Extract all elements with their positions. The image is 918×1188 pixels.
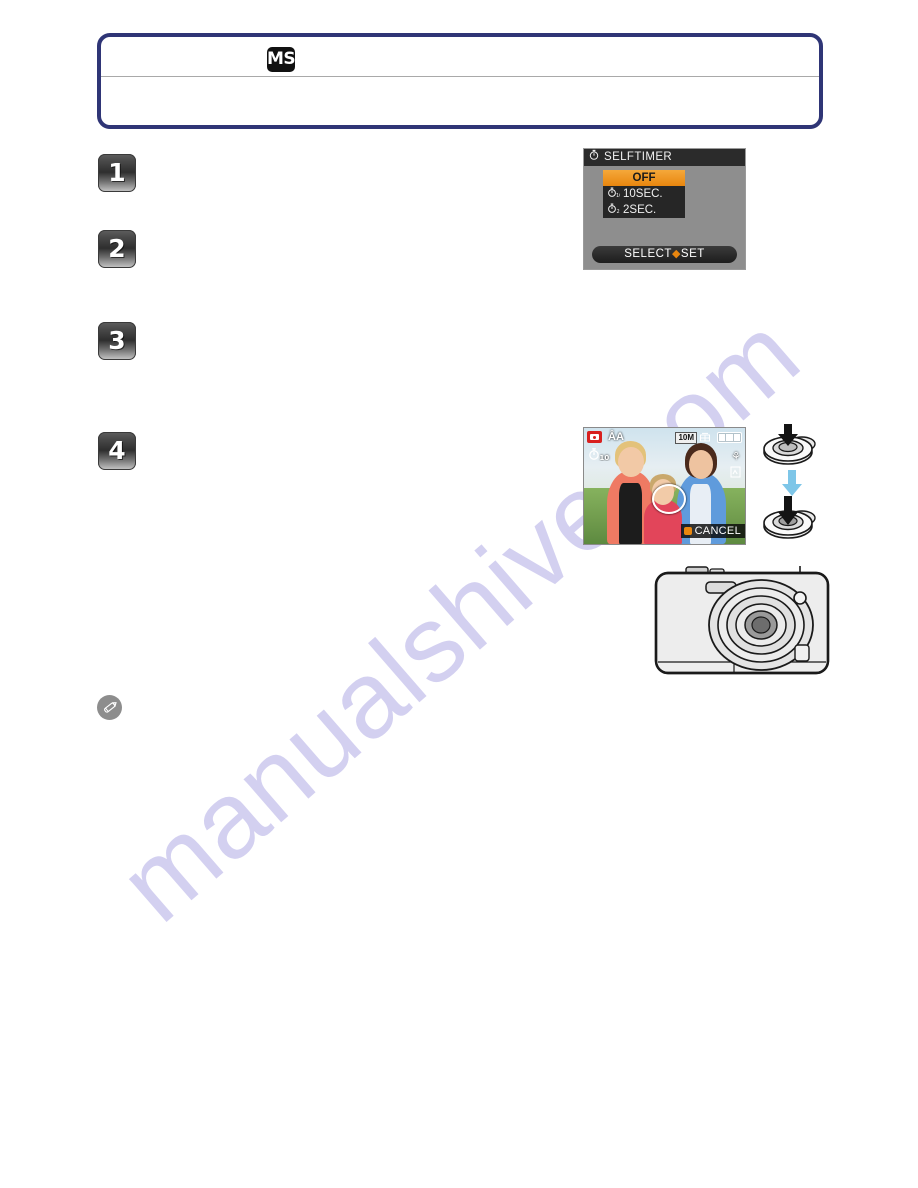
step-badge-4: 4 — [98, 432, 136, 470]
pencil-note-icon — [97, 695, 122, 720]
selftimer-menu-footer: SELECT◆SET — [592, 246, 737, 263]
shutter-half-press-icon — [763, 424, 816, 465]
callout-divider — [101, 76, 819, 77]
photo-subject-left-head — [617, 446, 644, 477]
svg-text:10: 10 — [616, 193, 620, 198]
fine-quality-icon — [699, 432, 711, 446]
shutter-press-diagram — [758, 422, 830, 550]
ms-mode-icon: MS — [267, 47, 296, 72]
step-badge-2: 2 — [98, 230, 136, 268]
camera-front-view — [648, 562, 838, 684]
selftimer-option-2sec[interactable]: 2 2SEC. — [603, 202, 685, 218]
selftimer-option-off[interactable]: OFF — [603, 170, 685, 186]
down-arrow-icon — [782, 470, 802, 496]
resolution-badge: 10M — [675, 432, 697, 444]
flash-auto-icon: ÅA — [608, 431, 624, 443]
selftimer-menu-screenshot: SELFTIMER OFF 10 10SEC. — [583, 148, 746, 270]
record-mode-icon — [587, 431, 602, 443]
svg-text:10: 10 — [600, 454, 610, 461]
selftimer-footer-select-label: SELECT — [624, 248, 672, 260]
manual-page: MS 1 2 3 4 SELFTIMER OFF 1 10SEC. 2 2SEC… — [0, 0, 918, 1188]
cursor-joystick-icon: ◆ — [671, 248, 681, 260]
face-detect-frame-icon — [651, 483, 686, 514]
step-badge-3: 3 — [98, 322, 136, 360]
selftimer-lamp — [793, 591, 807, 605]
battery-full-icon — [717, 432, 742, 443]
live-view-screenshot: ÅA 10 10M ⚘ CANCEL — [583, 427, 746, 545]
step-badge-1: 1 — [98, 154, 136, 192]
af-mode-icon: ⚘ — [731, 451, 741, 463]
selftimer-icon — [589, 149, 599, 166]
stabilizer-icon — [730, 466, 741, 481]
svg-text:2: 2 — [616, 209, 619, 214]
shutter-full-press-icon — [763, 496, 816, 539]
photo-subject-left-shirt — [619, 482, 642, 544]
selftimer-2sec-icon: 2 — [603, 202, 623, 219]
selftimer-menu-title-bar: SELFTIMER — [584, 149, 745, 166]
selftimer-option-off-label: OFF — [632, 172, 656, 184]
selftimer-menu-title-text: SELFTIMER — [604, 151, 673, 163]
callout-heading-row: MS — [101, 37, 819, 75]
selftimer-option-10sec-label: 10SEC. — [623, 188, 663, 200]
selftimer-10sec-icon: 10 — [603, 186, 623, 203]
photo-subject-right-head — [688, 450, 713, 480]
selftimer-option-2sec-label: 2SEC. — [623, 204, 657, 216]
cancel-button[interactable]: CANCEL — [680, 524, 745, 538]
selftimer-option-10sec[interactable]: 10 10SEC. — [603, 186, 685, 202]
selftimer-indicator-icon: 10 — [587, 447, 613, 464]
selftimer-footer-set-label: SET — [680, 248, 705, 260]
selftimer-option-list[interactable]: OFF 10 10SEC. — [603, 170, 685, 218]
mode-callout-box: MS — [97, 33, 823, 129]
